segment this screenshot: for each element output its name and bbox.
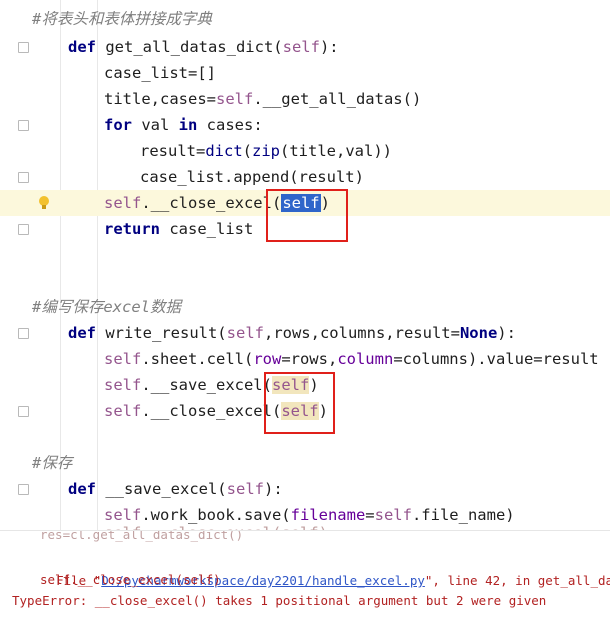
fold-icon[interactable] xyxy=(18,484,29,495)
line-text: def __save_excel(self): xyxy=(68,476,283,502)
code-token: ): xyxy=(319,38,339,56)
code-token: #将表头和表体拼接成字典 xyxy=(32,10,212,28)
code-token: result= xyxy=(140,142,206,160)
code-line[interactable]: case_list=[] xyxy=(0,60,610,86)
code-line-def-save-excel[interactable]: def __save_excel(self): xyxy=(0,476,610,502)
line-text: #保存 xyxy=(32,450,72,476)
line-text: case_list=[] xyxy=(104,60,216,86)
code-token: ( xyxy=(242,142,252,160)
lightbulb-icon[interactable] xyxy=(38,195,50,211)
code-token: def xyxy=(68,480,106,498)
line-text: result=dict(zip(title,val)) xyxy=(140,138,392,164)
code-token: zip xyxy=(252,142,280,160)
console-clipped-line: res=cl.get_all_datas_dict() xyxy=(40,530,244,542)
fold-end-icon[interactable] xyxy=(18,224,29,235)
console-error-message: TypeError: __close_excel() takes 1 posit… xyxy=(12,593,547,608)
fold-icon[interactable] xyxy=(18,328,29,339)
code-editor[interactable]: #将表头和表体拼接成字典 def get_all_datas_dict(self… xyxy=(0,0,610,530)
code-token: .__close_excel( xyxy=(141,402,282,420)
code-token: self xyxy=(226,480,264,498)
code-token: #编写保存excel数据 xyxy=(32,298,181,316)
code-line-comment-2[interactable]: #编写保存excel数据 xyxy=(0,294,610,320)
code-token: def xyxy=(68,324,106,342)
console-code-line: self.__close_excel(self) xyxy=(40,572,221,587)
code-line[interactable]: case_list.append(result) xyxy=(0,164,610,190)
code-token: =columns).value=result xyxy=(393,350,599,368)
code-token: for xyxy=(104,116,142,134)
code-token: .__get_all_datas() xyxy=(253,90,422,108)
fold-icon[interactable] xyxy=(18,120,29,131)
line-text: #编写保存excel数据 xyxy=(32,294,181,320)
code-token: self xyxy=(104,194,142,212)
fold-end-icon[interactable] xyxy=(18,406,29,417)
line-text: title,cases=self.__get_all_datas() xyxy=(104,86,421,112)
annotation-box-1 xyxy=(266,189,348,242)
code-token: write_result( xyxy=(105,324,227,342)
code-token: case_list xyxy=(169,220,254,238)
code-token: .__close_excel( xyxy=(141,194,282,212)
console-file-suffix: ", line 42, in get_all_datas_dict xyxy=(424,573,610,588)
line-text: case_list.append(result) xyxy=(140,164,364,190)
code-token: def xyxy=(68,38,106,56)
code-token: .sheet.cell( xyxy=(141,350,254,368)
line-text: self.sheet.cell(row=rows,column=columns)… xyxy=(104,346,599,372)
line-text: for val in cases: xyxy=(104,112,263,138)
code-token: ): xyxy=(263,480,283,498)
code-token: self xyxy=(104,402,142,420)
run-console[interactable]: res=cl.get_all_datas_dict() File "D:/pyc… xyxy=(0,530,610,617)
line-text: self.__close_excel(self) xyxy=(104,520,328,530)
code-line[interactable]: result=dict(zip(title,val)) xyxy=(0,138,610,164)
code-token: self xyxy=(104,376,142,394)
code-token: ,rows,columns,result= xyxy=(263,324,460,342)
code-line-def-get-all-datas-dict[interactable]: def get_all_datas_dict(self): xyxy=(0,34,610,60)
code-line-def-write-result[interactable]: def write_result(self,rows,columns,resul… xyxy=(0,320,610,346)
code-line[interactable]: self.sheet.cell(row=rows,column=columns)… xyxy=(0,346,610,372)
code-line-comment-3[interactable]: #保存 xyxy=(0,450,610,476)
code-token: row xyxy=(253,350,282,368)
code-token: return xyxy=(104,220,170,238)
code-token: cases: xyxy=(206,116,263,134)
code-token: None xyxy=(459,324,498,342)
code-token: get_all_datas_dict( xyxy=(105,38,283,56)
code-token: (title,val)) xyxy=(280,142,392,160)
code-token: ): xyxy=(497,324,516,342)
annotation-box-2 xyxy=(264,372,335,434)
line-text: def write_result(self,rows,columns,resul… xyxy=(68,320,516,346)
code-line-for-loop[interactable]: for val in cases: xyxy=(0,112,610,138)
code-line-partial: self.__close_excel(self) xyxy=(0,520,610,530)
code-line[interactable]: title,cases=self.__get_all_datas() xyxy=(0,86,610,112)
code-token: .__save_excel( xyxy=(141,376,272,394)
code-token: in xyxy=(178,116,207,134)
line-text: def get_all_datas_dict(self): xyxy=(68,34,339,60)
code-token: self xyxy=(104,350,142,368)
code-token: case_list=[] xyxy=(104,64,216,82)
code-token: case_list.append(result) xyxy=(140,168,364,186)
code-token: __save_excel( xyxy=(105,480,227,498)
code-token: self xyxy=(215,90,254,108)
code-token: dict xyxy=(205,142,243,160)
fold-end-icon[interactable] xyxy=(18,172,29,183)
code-token: self xyxy=(282,38,320,56)
fold-icon[interactable] xyxy=(18,42,29,53)
code-token: column xyxy=(337,350,394,368)
line-text: #将表头和表体拼接成字典 xyxy=(32,6,212,32)
code-token: =rows, xyxy=(281,350,338,368)
code-token: title,cases= xyxy=(104,90,216,108)
code-line-comment-1[interactable]: #将表头和表体拼接成字典 xyxy=(0,6,610,32)
line-text: return case_list xyxy=(104,216,253,242)
code-token: #保存 xyxy=(32,454,73,472)
code-token: val xyxy=(141,116,179,134)
code-token: self xyxy=(226,324,264,342)
